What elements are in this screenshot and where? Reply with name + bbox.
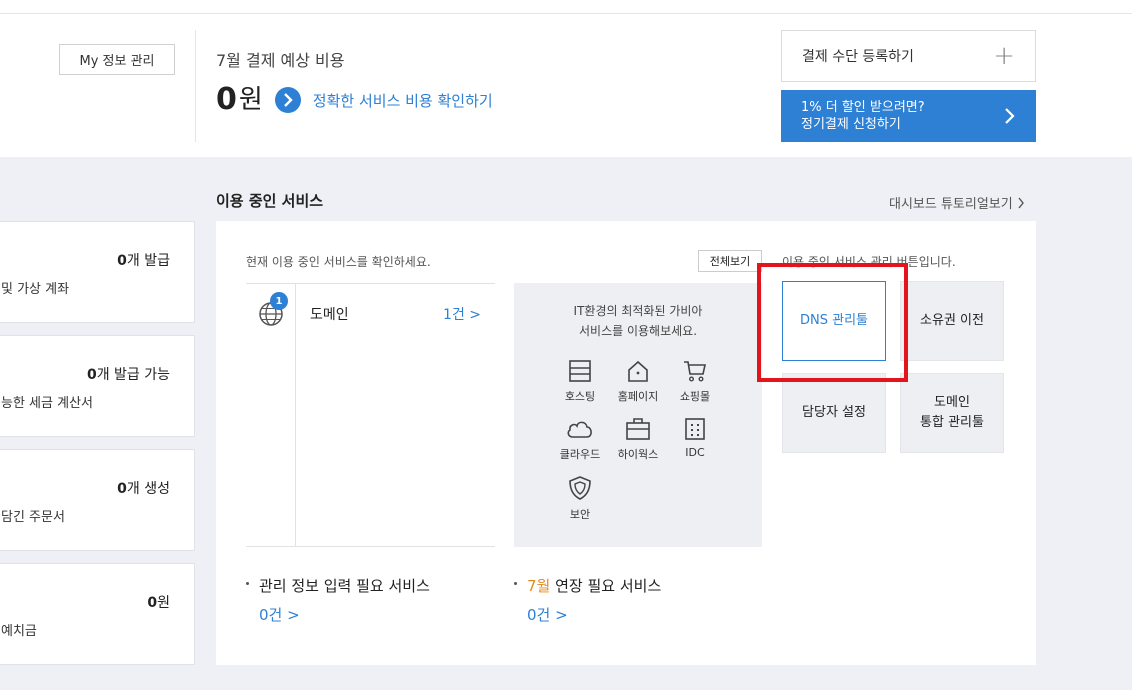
summary-card[interactable]: 0원 예치금 bbox=[0, 563, 195, 665]
hosting-icon bbox=[569, 360, 591, 382]
service-hiworks[interactable]: 하이웍스 bbox=[614, 417, 662, 462]
cost-detail-link[interactable]: 정확한 서비스 비용 확인하기 bbox=[313, 90, 493, 111]
card-value: 0개 발급 bbox=[117, 253, 170, 269]
summary-card[interactable]: 0개 발급 가능 능한 세금 계산서 bbox=[0, 335, 195, 437]
domain-name: 도메인 bbox=[310, 307, 349, 323]
promo-line-2: 정기결제 신청하기 bbox=[801, 117, 901, 132]
label-line-2: 통합 관리툴 bbox=[920, 415, 984, 430]
domain-count-link[interactable]: 1건 > bbox=[443, 304, 481, 324]
header-divider bbox=[195, 30, 196, 142]
bullet-dot bbox=[246, 582, 249, 585]
services-title: 이용 중인 서비스 bbox=[216, 192, 324, 210]
service-label: IDC bbox=[685, 446, 705, 459]
service-hosting[interactable]: 호스팅 bbox=[556, 359, 604, 404]
service-label: 보안 bbox=[569, 508, 591, 521]
renewal-label: 연장 필요 서비스 bbox=[550, 577, 662, 595]
payment-title: 7월 결제 예상 비용 bbox=[216, 51, 345, 70]
tutorial-label: 대시보드 튜토리얼보기 bbox=[889, 197, 1013, 212]
card-label: 능한 세금 계산서 bbox=[1, 396, 93, 411]
service-label: 쇼핑몰 bbox=[679, 390, 711, 403]
building-icon bbox=[685, 418, 705, 440]
mgmt-info-count-link[interactable]: 0건 > bbox=[259, 604, 300, 625]
mgmt-info-needed: 관리 정보 입력 필요 서비스 bbox=[246, 575, 430, 596]
tutorial-link[interactable]: 대시보드 튜토리얼보기 bbox=[889, 193, 1025, 212]
cart-icon bbox=[684, 361, 706, 382]
service-cloud[interactable]: 클라우드 bbox=[556, 417, 604, 462]
renewal-count-link[interactable]: 0건 > bbox=[527, 604, 568, 625]
integrated-manager-button[interactable]: 도메인 통합 관리툴 bbox=[900, 373, 1004, 453]
amount-row: 0 원 정확한 서비스 비용 확인하기 bbox=[216, 80, 493, 120]
card-label: 및 가상 계좌 bbox=[1, 282, 70, 297]
chevron-right-icon bbox=[1005, 108, 1015, 124]
service-label: 클라우드 bbox=[559, 448, 601, 461]
card-value: 0개 생성 bbox=[117, 481, 170, 497]
chevron-right-icon[interactable] bbox=[274, 87, 301, 113]
service-label: 홈페이지 bbox=[617, 390, 659, 403]
services-panel: 현재 이용 중인 서비스를 확인하세요. 전체보기 이용 중인 서비스 관리 버… bbox=[216, 221, 1036, 665]
subscription-promo-button[interactable]: 1% 더 할인 받으려면? 정기결제 신청하기 bbox=[781, 90, 1036, 142]
service-homepage[interactable]: 홈페이지 bbox=[614, 359, 662, 404]
chevron-right-icon bbox=[1018, 197, 1024, 208]
promo-text: 1% 더 할인 받으려면? 정기결제 신청하기 bbox=[801, 99, 925, 133]
card-value: 0개 발급 가능 bbox=[86, 367, 170, 383]
shield-icon bbox=[569, 476, 591, 500]
domain-icon-column: 1 bbox=[246, 284, 296, 546]
briefcase-icon bbox=[626, 418, 650, 440]
amount-unit: 원 bbox=[238, 85, 263, 115]
service-promo-box: IT환경의 최적화된 가비아 서비스를 이용해보세요. 호스팅 홈페이지 쇼핑몰… bbox=[514, 283, 762, 547]
card-value: 0원 bbox=[147, 595, 170, 611]
my-info-button[interactable]: My 정보 관리 bbox=[59, 44, 175, 75]
domain-count-badge: 1 bbox=[270, 292, 288, 310]
card-label: 예치금 bbox=[1, 624, 37, 639]
domain-service-box[interactable]: 1 도메인 1건 > bbox=[246, 283, 495, 547]
mgmt-info-label: 관리 정보 입력 필요 서비스 bbox=[259, 577, 430, 595]
renewal-month: 7월 bbox=[527, 577, 551, 595]
register-payment-label: 결제 수단 등록하기 bbox=[802, 49, 914, 65]
summary-card[interactable]: 0개 생성 담긴 주문서 bbox=[0, 449, 195, 551]
promo-line-1: IT환경의 최적화된 가비아 bbox=[573, 304, 703, 318]
services-caption: 현재 이용 중인 서비스를 확인하세요. bbox=[246, 255, 431, 269]
promo-line-1: 1% 더 할인 받으려면? bbox=[801, 100, 925, 115]
label-line-1: 도메인 bbox=[934, 395, 970, 410]
plus-icon: + bbox=[993, 41, 1015, 71]
service-security[interactable]: 보안 bbox=[556, 475, 604, 522]
service-label: 호스팅 bbox=[564, 390, 596, 403]
mgmt-caption: 이용 중인 서비스 관리 버튼입니다. bbox=[782, 255, 956, 269]
service-idc[interactable]: IDC bbox=[671, 417, 719, 459]
integrated-manager-label: 도메인 통합 관리툴 bbox=[920, 393, 984, 433]
renewal-needed: 7월 연장 필요 서비스 bbox=[514, 575, 661, 596]
homepage-icon bbox=[628, 360, 648, 382]
bullet-dot bbox=[514, 582, 517, 585]
service-shopping[interactable]: 쇼핑몰 bbox=[671, 359, 719, 404]
view-all-button[interactable]: 전체보기 bbox=[698, 250, 762, 272]
cloud-icon bbox=[567, 421, 592, 438]
amount-value: 0 bbox=[216, 82, 237, 117]
promo-line-2: 서비스를 이용해보세요. bbox=[578, 324, 698, 338]
card-label: 담긴 주문서 bbox=[1, 510, 65, 525]
summary-card[interactable]: 0개 발급 및 가상 계좌 bbox=[0, 221, 195, 323]
promo-text: IT환경의 최적화된 가비아 서비스를 이용해보세요. bbox=[514, 301, 762, 341]
ownership-transfer-button[interactable]: 소유권 이전 bbox=[900, 281, 1004, 361]
register-payment-button[interactable]: 결제 수단 등록하기 + bbox=[781, 30, 1036, 82]
contact-settings-button[interactable]: 담당자 설정 bbox=[782, 373, 886, 453]
service-label: 하이웍스 bbox=[617, 448, 659, 461]
dns-manager-button[interactable]: DNS 관리툴 bbox=[782, 281, 886, 361]
